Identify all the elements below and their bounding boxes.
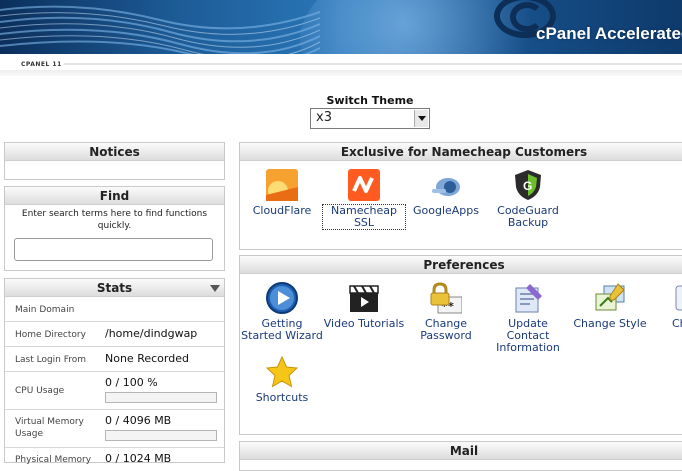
stats-title: Stats [5,279,224,297]
namecheap-ssl-icon [348,169,380,201]
find-box: Find Enter search terms here to find fun… [4,186,225,271]
icon-label: Ch La [672,317,682,330]
cloudflare-link[interactable]: CloudFlare [241,169,323,217]
stat-label: CPU Usage [15,386,65,396]
stat-label: Last Login From [15,355,87,365]
version-band [0,70,682,76]
stat-row: Physical Memory 0 / 1024 MB [5,448,224,468]
stat-row: CPU Usage 0 / 100 % [5,372,224,410]
contact-icon [512,282,544,314]
preferences-box: Preferences Getting Started Wizard Video… [239,255,682,435]
virtual-memory-bar [105,430,217,441]
cpu-usage-bar [105,392,217,403]
update-contact-information-link[interactable]: Update Contact Information [487,282,569,354]
icon-label: CloudFlare [252,204,312,217]
exclusive-title: Exclusive for Namecheap Customers [240,143,682,161]
getting-started-wizard-link[interactable]: Getting Started Wizard [241,282,323,342]
find-search-input[interactable] [14,238,213,261]
stat-label: Physical Memory [15,455,92,465]
exclusive-box: Exclusive for Namecheap Customers CloudF… [239,142,682,250]
stat-row: Home Directory /home/dindgwap [5,322,224,347]
stats-box: Stats Main Domain Home Directory /home/d… [4,278,225,465]
clapperboard-icon [348,282,380,314]
icon-label: Change Style [573,317,647,330]
stats-title-text: Stats [96,281,133,295]
stat-row: Last Login From None Recorded [5,347,224,372]
icon-label: Change Password [420,317,472,342]
stat-label: Home Directory [15,330,86,340]
stat-value: /home/dindgwap [105,327,198,340]
network-cables-graphic [0,5,320,54]
stat-row: Main Domain [5,297,224,322]
collapse-triangle-icon[interactable] [210,285,220,292]
codeguard-icon: G [512,169,544,201]
namecheap-ssl-link[interactable]: Namecheap SSL [322,169,406,230]
cloudflare-icon [266,169,298,201]
shortcuts-link[interactable]: Shortcuts [241,355,323,404]
icon-label: GoogleApps [412,204,479,217]
stat-value: None Recorded [105,352,189,365]
svg-text:G: G [523,179,532,193]
theme-select[interactable]: x3 [310,108,430,129]
stat-row: Virtual Memory Usage 0 / 4096 MB [5,410,224,448]
chevron-down-icon[interactable] [414,110,428,127]
icon-label: Update Contact Information [496,317,560,354]
stat-value: 0 / 4096 MB [105,414,172,427]
icon-label: Video Tutorials [323,317,405,330]
codeguard-backup-link[interactable]: G CodeGuard Backup [487,169,569,229]
google-apps-link[interactable]: GoogleApps [405,169,487,217]
mail-box: Mail [239,441,682,471]
icon-label: Getting Started Wizard [241,317,323,342]
cpanel-logo[interactable]: cPanel Accelerated [494,0,682,54]
find-title: Find [5,187,224,205]
stat-value: 0 / 100 % [105,376,158,389]
video-tutorials-link[interactable]: Video Tutorials [323,282,405,330]
language-icon [672,282,682,314]
version-rule [64,63,682,65]
notices-title: Notices [5,143,224,161]
theme-select-value: x3 [316,110,332,125]
logo-text: cPanel Accelerated [536,24,682,43]
change-password-link[interactable]: ** Change Password [405,282,487,342]
icon-label: CodeGuard Backup [497,204,559,229]
play-icon [266,282,298,314]
switch-theme-title: Switch Theme [326,94,414,107]
star-icon [265,355,299,388]
cpanel-header-banner: cPanel Accelerated [0,0,682,54]
icon-label: Shortcuts [255,391,309,404]
google-apps-icon [430,169,462,201]
password-lock-icon: ** [430,282,463,314]
mail-title: Mail [240,442,682,460]
icon-label: Namecheap SSL [322,204,406,230]
change-style-link[interactable]: Change Style [569,282,651,330]
preferences-title: Preferences [240,256,682,274]
change-language-link[interactable]: Ch La [651,282,682,330]
find-description: Enter search terms here to find function… [21,209,208,231]
style-icon [594,282,626,314]
version-label: CPANEL 11 [21,61,62,68]
notices-box: Notices [4,142,225,180]
stat-label: Main Domain [15,305,75,315]
stat-label: Virtual Memory Usage [15,417,84,439]
